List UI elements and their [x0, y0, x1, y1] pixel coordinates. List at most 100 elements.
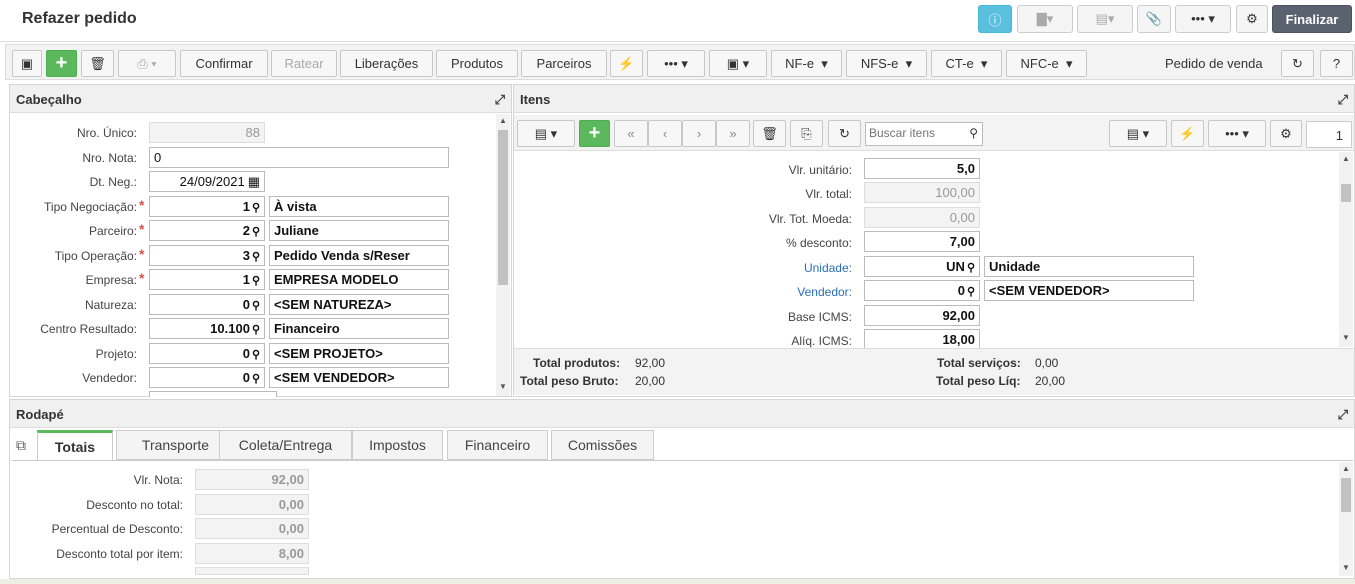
items-scrollbar[interactable]	[1339, 152, 1353, 347]
refresh-icon[interactable]: ↻	[1281, 50, 1314, 77]
footer-value-field[interactable]: 0,00	[195, 518, 309, 539]
code-field[interactable]: 1 ⚲	[149, 196, 265, 217]
footer-scroll-up-icon[interactable]: ▲	[1342, 464, 1350, 473]
ratear-button[interactable]: Ratear	[271, 50, 337, 77]
code-field[interactable]: 0 ⚲	[149, 343, 265, 364]
scroll-up-icon[interactable]: ▲	[499, 116, 507, 125]
map-icon[interactable]: ▣ ▾	[709, 50, 767, 77]
search-icon[interactable]: ⚲	[967, 262, 975, 274]
search-icon[interactable]: ⚲	[967, 286, 975, 298]
expand-icon[interactable]: ⤢	[1338, 407, 1348, 423]
item-value-field[interactable]: 100,00	[864, 182, 980, 203]
prev-page-icon[interactable]: ‹	[648, 120, 682, 147]
partial-footer-field[interactable]	[195, 567, 309, 575]
item-value-field[interactable]: 92,00	[864, 305, 980, 326]
add-button[interactable]: +	[46, 50, 77, 77]
search-icon[interactable]: ⚲	[252, 275, 260, 287]
footer-scroll-thumb[interactable]	[1341, 478, 1351, 512]
nro-nota-field[interactable]: 0	[149, 147, 449, 168]
chart-icon[interactable]: ▇▾	[1017, 5, 1073, 33]
add-item-button[interactable]: +	[579, 120, 610, 147]
footer-tab[interactable]: Transporte	[116, 430, 235, 460]
item-value-field[interactable]: 5,0	[864, 158, 980, 179]
search-box[interactable]: ⚲	[865, 122, 983, 146]
search-icon[interactable]: ⚲	[252, 202, 260, 214]
item-value-field[interactable]: 0,00	[864, 207, 980, 228]
more-menu-button[interactable]: ••• ▾	[1175, 5, 1231, 33]
items-scroll-down-icon[interactable]: ▼	[1342, 333, 1350, 342]
parceiros-button[interactable]: Parceiros	[521, 50, 607, 77]
search-icon[interactable]: ⚲	[969, 126, 978, 140]
code-field[interactable]: 0 ⚲	[149, 367, 265, 388]
next-page-icon[interactable]: ›	[682, 120, 716, 147]
code-value: 1	[242, 272, 250, 287]
page-title: Refazer pedido	[22, 10, 137, 27]
item-more-button[interactable]: ••• ▾	[1208, 120, 1266, 147]
code-field[interactable]: 10.100 ⚲	[149, 318, 265, 339]
first-page-icon[interactable]: «	[614, 120, 648, 147]
attachment-icon[interactable]: 📎	[1137, 5, 1171, 33]
nfe-button[interactable]: NF-e ▾	[771, 50, 842, 77]
scroll-down-icon[interactable]: ▼	[499, 382, 507, 391]
footer-tab[interactable]: Financeiro	[447, 430, 548, 460]
search-icon[interactable]: ⚲	[252, 349, 260, 361]
footer-tab[interactable]: Coleta/Entrega	[219, 430, 352, 460]
partial-field[interactable]	[149, 391, 277, 397]
item-lightning-icon[interactable]: ⚡	[1171, 120, 1204, 147]
search-icon[interactable]: ⚲	[252, 226, 260, 238]
footer-value-field[interactable]: 8,00	[195, 543, 309, 564]
new-doc-icon[interactable]: ▣	[12, 50, 42, 77]
report-icon[interactable]: ▤▾	[1077, 5, 1133, 33]
search-icon[interactable]: ⚲	[252, 251, 260, 263]
code-field[interactable]: 3 ⚲	[149, 245, 265, 266]
nfce-button[interactable]: NFC-e ▾	[1006, 50, 1087, 77]
item-code-field[interactable]: UN ⚲	[864, 256, 980, 277]
item-gear-icon[interactable]: ⚙	[1270, 120, 1302, 147]
footer-value-field[interactable]: 92,00	[195, 469, 309, 490]
search-icon[interactable]: ⚲	[252, 324, 260, 336]
more-actions-button[interactable]: ••• ▾	[647, 50, 705, 77]
delete-item-icon[interactable]: 🗑	[753, 120, 786, 147]
last-page-icon[interactable]: »	[716, 120, 750, 147]
item-code-field[interactable]: 0 ⚲	[864, 280, 980, 301]
lightning-icon[interactable]: ⚡	[610, 50, 643, 77]
items-scroll-up-icon[interactable]: ▲	[1342, 154, 1350, 163]
footer-tab[interactable]: Impostos	[352, 430, 443, 460]
info-icon[interactable]: ⓘ	[978, 5, 1012, 33]
footer-tab[interactable]: Totais	[37, 430, 113, 460]
print-icon[interactable]: ⎙ ▾	[118, 50, 176, 77]
footer-scroll-down-icon[interactable]: ▼	[1342, 563, 1350, 572]
page-number-input[interactable]: 1	[1306, 121, 1352, 148]
expand-icon[interactable]: ⤢	[495, 92, 505, 108]
export-icon[interactable]: ▤ ▾	[1109, 120, 1167, 147]
calendar-icon[interactable]: ▦	[248, 174, 260, 189]
search-input[interactable]	[866, 123, 962, 143]
nro-unico-field[interactable]: 88	[149, 122, 265, 143]
produtos-button[interactable]: Produtos	[436, 50, 518, 77]
nfse-button[interactable]: NFS-e ▾	[846, 50, 927, 77]
finalize-button[interactable]: Finalizar	[1272, 5, 1352, 33]
trash-icon[interactable]: 🗑	[81, 50, 114, 77]
code-field[interactable]: 0 ⚲	[149, 294, 265, 315]
help-icon[interactable]: ?	[1320, 50, 1353, 77]
search-icon[interactable]: ⚲	[252, 373, 260, 385]
footer-tab[interactable]: Comissões	[551, 430, 654, 460]
expand-icon[interactable]: ⤢	[1338, 92, 1348, 108]
code-field[interactable]: 1 ⚲	[149, 269, 265, 290]
item-value-field[interactable]: 7,00	[864, 231, 980, 252]
liberacoes-button[interactable]: Liberações	[340, 50, 433, 77]
reload-icon[interactable]: ↻	[828, 120, 861, 147]
gear-icon[interactable]: ⚙	[1236, 5, 1268, 33]
code-field[interactable]: 2 ⚲	[149, 220, 265, 241]
header-scroll-thumb[interactable]	[498, 130, 508, 285]
footer-value-field[interactable]: 0,00	[195, 494, 309, 515]
confirm-button[interactable]: Confirmar	[180, 50, 268, 77]
search-icon[interactable]: ⚲	[252, 300, 260, 312]
copy-icon[interactable]: ⎘	[790, 120, 823, 147]
copy-tabs-icon[interactable]: ⧉	[16, 437, 26, 454]
item-value-field[interactable]: 18,00	[864, 329, 980, 350]
cte-button[interactable]: CT-e ▾	[931, 50, 1002, 77]
items-scroll-thumb[interactable]	[1341, 184, 1351, 202]
grid-view-icon[interactable]: ▤ ▾	[517, 120, 575, 147]
dt-neg-field[interactable]: 24/09/2021 ▦	[149, 171, 265, 192]
